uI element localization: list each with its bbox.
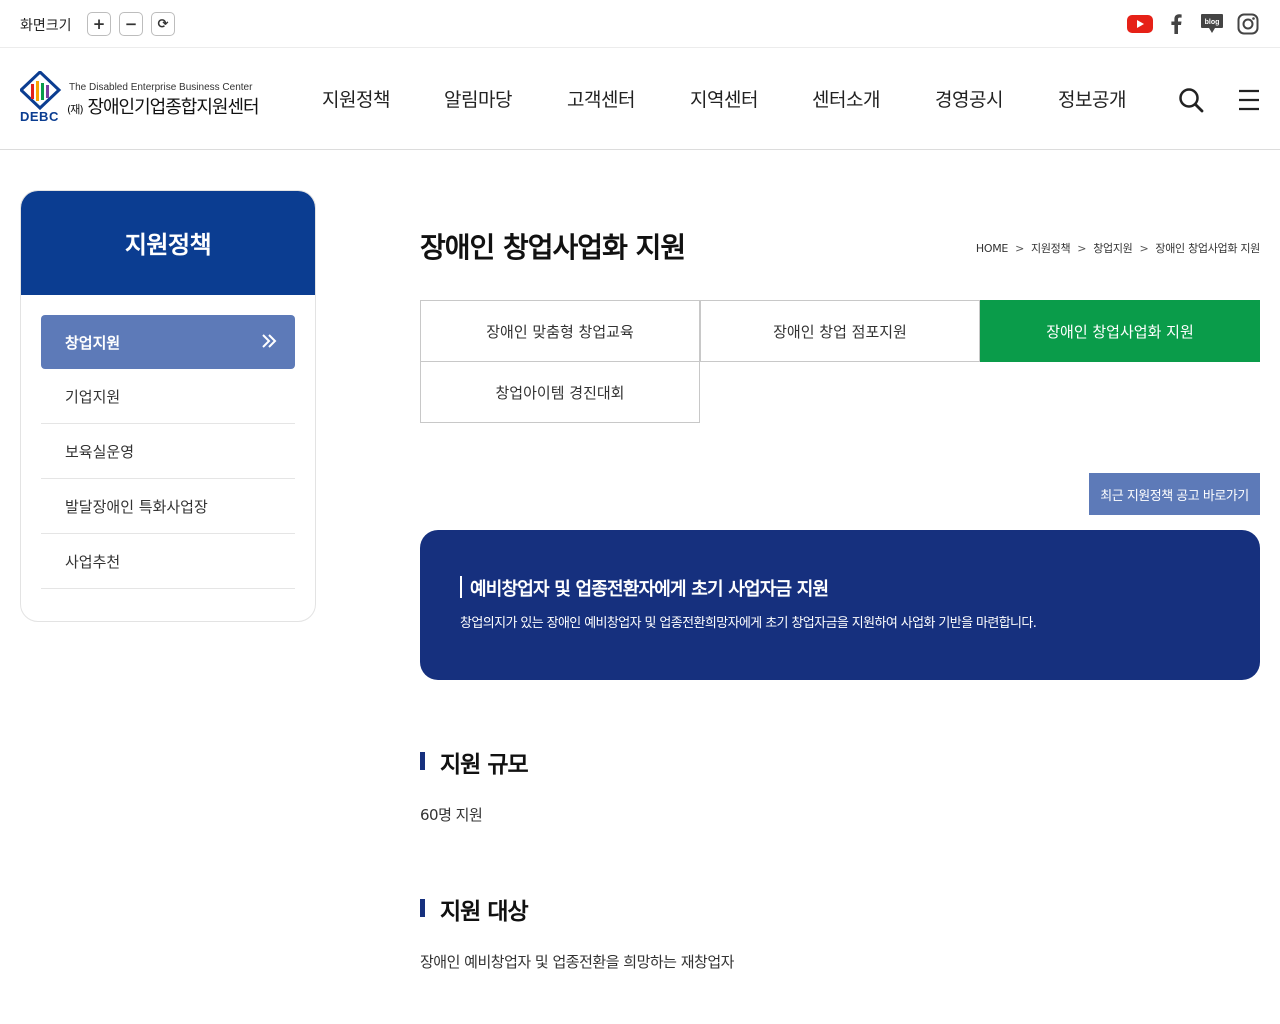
logo-korean-prefix: (재) xyxy=(67,103,84,116)
nav-item-notice[interactable]: 알림마당 xyxy=(444,85,512,112)
banner-description: 창업의지가 있는 장애인 예비창업자 및 업종전환희망자에게 초기 창업자금을 … xyxy=(460,616,1037,631)
page-title: 장애인 창업사업화 지원 xyxy=(420,231,686,264)
tab-commercialization[interactable]: 장애인 창업사업화 지원 xyxy=(980,300,1260,362)
breadcrumb-current: 장애인 창업사업화 지원 xyxy=(1155,242,1260,255)
hamburger-icon xyxy=(1239,89,1259,111)
logo-abbreviation: DEBC xyxy=(20,109,59,124)
breadcrumb-home[interactable]: HOME xyxy=(976,242,1008,255)
side-nav-item-incubation[interactable]: 보육실운영 xyxy=(41,424,295,479)
blog-icon-label: blog xyxy=(1205,19,1220,26)
breadcrumb-separator-icon: > xyxy=(1015,241,1024,255)
instagram-icon xyxy=(1237,13,1259,35)
site-header: DEBC The Disabled Enterprise Business Ce… xyxy=(0,49,1280,150)
nav-item-management[interactable]: 경영공시 xyxy=(935,85,1003,112)
zoom-reset-button[interactable]: ⟳ xyxy=(151,12,175,36)
section-title-scale: 지원 규모 xyxy=(440,752,529,778)
side-nav-item-label: 기업지원 xyxy=(65,387,121,406)
banner-accent-bar xyxy=(460,576,462,598)
side-nav-item-business[interactable]: 기업지원 xyxy=(41,369,295,424)
logo-korean-name: (재) 장애인기업종합지원센터 xyxy=(67,93,260,119)
section-title-target: 지원 대상 xyxy=(440,899,529,925)
zoom-out-button[interactable]: − xyxy=(119,12,143,36)
tab-startup-education[interactable]: 장애인 맞춤형 창업교육 xyxy=(420,300,700,362)
breadcrumb-separator-icon: > xyxy=(1139,241,1149,255)
double-chevron-right-icon xyxy=(262,334,277,348)
tab-item-contest[interactable]: 창업아이템 경진대회 xyxy=(420,361,700,423)
nav-item-disclosure[interactable]: 정보공개 xyxy=(1058,85,1126,112)
sub-tabs: 장애인 맞춤형 창업교육 장애인 창업 점포지원 장애인 창업사업화 지원 창업… xyxy=(420,300,1260,423)
section-marker xyxy=(420,752,425,770)
logo-korean-text: 장애인기업종합지원센터 xyxy=(87,97,259,118)
recent-notice-button[interactable]: 최근 지원정책 공고 바로가기 xyxy=(1089,473,1260,515)
section-text-target: 장애인 예비창업자 및 업종전환을 희망하는 재창업자 xyxy=(420,953,734,971)
site-logo[interactable]: DEBC The Disabled Enterprise Business Ce… xyxy=(20,71,285,127)
logo-english-name: The Disabled Enterprise Business Center xyxy=(69,82,253,93)
zoom-in-button[interactable]: + xyxy=(87,12,111,36)
side-nav-item-startup[interactable]: 창업지원 xyxy=(41,315,295,369)
breadcrumb-item[interactable]: 지원정책 xyxy=(1031,240,1071,256)
side-nav-title: 지원정책 xyxy=(124,231,212,259)
tab-store-support[interactable]: 장애인 창업 점포지원 xyxy=(700,300,980,362)
facebook-icon xyxy=(1171,14,1182,34)
side-nav: 지원정책 창업지원 기업지원 보육실운영 발달장애인 특화사업장 사업추천 xyxy=(20,190,316,622)
side-nav-list: 창업지원 기업지원 보육실운영 발달장애인 특화사업장 사업추천 xyxy=(41,315,295,589)
side-nav-item-developmental[interactable]: 발달장애인 특화사업장 xyxy=(41,479,295,534)
search-button[interactable] xyxy=(1178,87,1204,113)
blog-icon: blog xyxy=(1201,14,1223,33)
facebook-link[interactable] xyxy=(1166,12,1186,36)
side-nav-item-label: 발달장애인 특화사업장 xyxy=(65,497,208,516)
zoom-label: 화면크기 xyxy=(20,18,72,34)
side-nav-item-recommend[interactable]: 사업추천 xyxy=(41,534,295,589)
instagram-link[interactable] xyxy=(1236,12,1260,36)
side-nav-item-label: 창업지원 xyxy=(65,333,121,352)
nav-item-policy[interactable]: 지원정책 xyxy=(322,85,390,112)
search-icon xyxy=(1179,88,1204,113)
side-nav-item-label: 사업추천 xyxy=(65,552,121,571)
youtube-link[interactable] xyxy=(1127,12,1153,36)
section-text-scale: 60명 지원 xyxy=(420,806,483,824)
logo-mark-icon xyxy=(20,71,62,111)
breadcrumb-item[interactable]: 창업지원 xyxy=(1093,240,1133,256)
nav-item-customer[interactable]: 고객센터 xyxy=(567,85,635,112)
utility-bar: 화면크기 + − ⟳ blog xyxy=(0,0,1280,48)
banner-title: 예비창업자 및 업종전환자에게 초기 사업자금 지원 xyxy=(470,579,829,600)
blog-link[interactable]: blog xyxy=(1199,12,1225,36)
youtube-icon xyxy=(1127,15,1153,33)
breadcrumb: HOME > 지원정책 > 창업지원 > 장애인 창업사업화 지원 xyxy=(976,240,1260,256)
nav-item-about[interactable]: 센터소개 xyxy=(812,85,880,112)
side-nav-header: 지원정책 xyxy=(21,191,315,295)
nav-item-regional[interactable]: 지역센터 xyxy=(690,85,758,112)
side-nav-item-label: 보육실운영 xyxy=(65,442,135,461)
breadcrumb-separator-icon: > xyxy=(1077,241,1087,255)
menu-button[interactable] xyxy=(1237,88,1261,112)
section-marker xyxy=(420,899,425,917)
summary-banner: 예비창업자 및 업종전환자에게 초기 사업자금 지원 창업의지가 있는 장애인 … xyxy=(420,530,1260,680)
